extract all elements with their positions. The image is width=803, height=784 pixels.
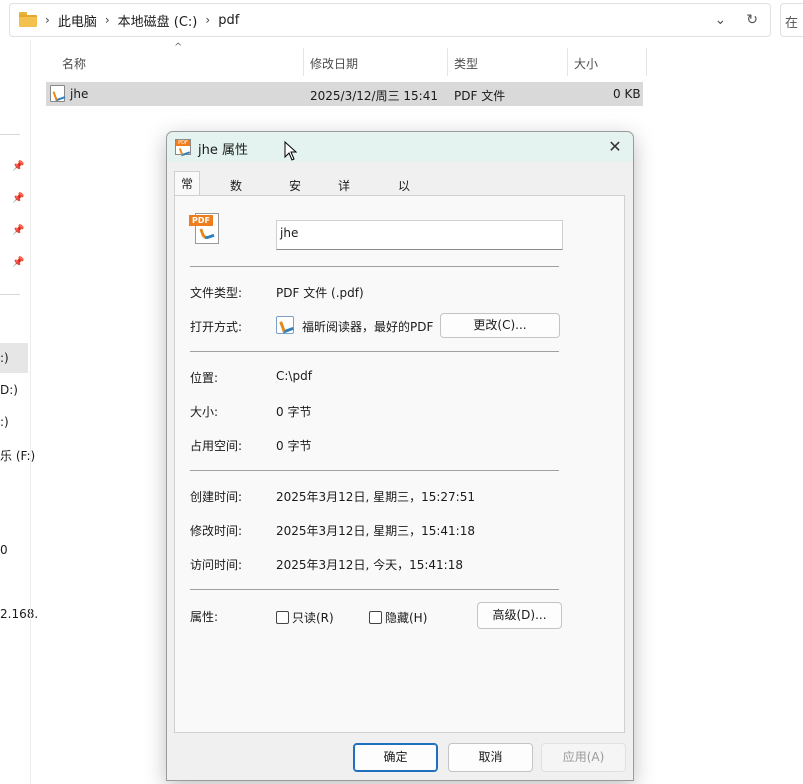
mouse-cursor-icon <box>284 141 298 161</box>
tab-general[interactable]: 常规 <box>174 171 201 208</box>
disk-size-label: 占用空间: <box>190 439 243 453</box>
breadcrumb-pdf[interactable]: pdf <box>218 13 239 28</box>
file-name: jhe <box>70 87 89 101</box>
accessed-label: 访问时间: <box>190 558 243 572</box>
chevron-right-icon: › <box>45 13 50 27</box>
modified-value: 2025年3月12日, 星期三，15:41:18 <box>276 524 475 538</box>
dialog-title: jhe 属性 <box>198 143 248 158</box>
file-row[interactable]: jhe 2025/3/12/周三 15:41 PDF 文件 0 KB <box>46 82 643 106</box>
close-icon[interactable]: ✕ <box>603 136 627 158</box>
properties-dialog: jhe 属性 ✕ 常规 数字签名 安全 详细信息 以前的版本 PDF jhe 文… <box>166 131 634 781</box>
file-type: PDF 文件 <box>454 89 506 103</box>
column-header-modified[interactable]: 修改日期 <box>310 55 358 72</box>
address-bar[interactable]: › 此电脑 › 本地磁盘 (C:) › pdf ⌄ ↻ <box>9 3 771 37</box>
dialog-titlebar[interactable]: jhe 属性 ✕ <box>167 132 633 162</box>
size-value: 0 字节 <box>276 405 312 419</box>
cancel-button[interactable]: 取消 <box>448 743 533 772</box>
column-header-size[interactable]: 大小 <box>574 55 598 72</box>
general-tab-panel: PDF jhe 文件类型: PDF 文件 (.pdf) 打开方式: 福昕阅读器，… <box>174 195 625 733</box>
open-with-label: 打开方式: <box>190 320 243 334</box>
file-modified: 2025/3/12/周三 15:41 <box>310 89 438 103</box>
advanced-button[interactable]: 高级(D)... <box>477 602 562 629</box>
pin-icon: 📌 <box>12 225 25 236</box>
file-name-field[interactable]: jhe <box>276 220 563 250</box>
change-button[interactable]: 更改(C)... <box>440 313 560 338</box>
column-divider[interactable] <box>447 48 448 76</box>
tab-previous-versions[interactable]: 以前的版本 <box>391 173 417 261</box>
nav-item-drive-c[interactable]: :) <box>0 351 9 365</box>
tab-digital-signature[interactable]: 数字签名 <box>223 173 249 244</box>
column-divider[interactable] <box>303 48 304 76</box>
chevron-down-icon[interactable]: ⌄ <box>715 12 727 28</box>
checkbox-box[interactable] <box>369 611 382 624</box>
breadcrumb-local-disk[interactable]: 本地磁盘 (C:) <box>118 11 198 30</box>
section-divider <box>190 470 559 471</box>
folder-icon <box>19 12 37 28</box>
nav-divider <box>0 294 20 295</box>
checkbox-box[interactable] <box>276 611 289 624</box>
pane-divider <box>30 40 31 784</box>
location-value: C:\pdf <box>276 369 312 383</box>
column-divider[interactable] <box>646 48 647 76</box>
nav-divider <box>0 134 20 135</box>
file-type-value: PDF 文件 (.pdf) <box>276 286 364 300</box>
open-with-value: 福昕阅读器，最好的PDF <box>302 320 434 334</box>
file-type-label: 文件类型: <box>190 286 243 300</box>
nav-item-network[interactable]: 0 <box>0 543 8 557</box>
hidden-label: 隐藏(H) <box>385 611 428 625</box>
chevron-right-icon: › <box>205 13 211 27</box>
tab-security[interactable]: 安全 <box>282 173 308 210</box>
pdf-icon <box>175 139 191 155</box>
modified-label: 修改时间: <box>190 524 243 538</box>
sort-ascending-icon: ^ <box>174 42 183 53</box>
column-divider[interactable] <box>567 48 568 76</box>
ok-button[interactable]: 确定 <box>353 743 438 772</box>
foxit-reader-icon <box>276 316 294 334</box>
search-input[interactable]: 在 <box>780 3 803 37</box>
accessed-value: 2025年3月12日, 今天，15:41:18 <box>276 558 463 572</box>
pin-icon: 📌 <box>12 257 25 268</box>
pdf-file-icon <box>50 85 65 102</box>
section-divider <box>190 351 559 352</box>
section-divider <box>190 266 559 267</box>
chevron-right-icon: › <box>104 13 110 27</box>
nav-item-drive-e[interactable]: :) <box>0 415 9 429</box>
size-label: 大小: <box>190 405 219 419</box>
attributes-label: 属性: <box>190 610 219 624</box>
navigation-pane: 📌 📌 📌 📌 :) D:) :) 乐 (F:) 0 2.168. <box>0 40 38 784</box>
created-label: 创建时间: <box>190 490 243 504</box>
column-header-name[interactable]: 名称 <box>62 55 86 72</box>
location-label: 位置: <box>190 371 219 385</box>
readonly-checkbox[interactable]: 只读(R) <box>276 609 334 626</box>
file-size: 0 KB <box>613 87 641 101</box>
hidden-checkbox[interactable]: 隐藏(H) <box>369 609 427 626</box>
section-divider <box>190 589 559 590</box>
pdf-file-large-icon: PDF <box>189 213 221 245</box>
tab-details[interactable]: 详细信息 <box>331 173 357 244</box>
nav-item-drive-d[interactable]: D:) <box>0 383 18 397</box>
disk-size-value: 0 字节 <box>276 439 312 453</box>
created-value: 2025年3月12日, 星期三，15:27:51 <box>276 490 475 504</box>
readonly-label: 只读(R) <box>292 611 334 625</box>
pin-icon: 📌 <box>12 161 25 172</box>
pin-icon: 📌 <box>12 193 25 204</box>
refresh-icon[interactable]: ↻ <box>746 12 758 28</box>
column-headers: ^ 名称 修改日期 类型 大小 <box>46 42 647 76</box>
breadcrumb-this-pc[interactable]: 此电脑 <box>58 11 97 30</box>
nav-item-network-host[interactable]: 2.168. <box>0 607 38 621</box>
apply-button[interactable]: 应用(A) <box>541 743 626 772</box>
column-header-type[interactable]: 类型 <box>454 55 478 72</box>
